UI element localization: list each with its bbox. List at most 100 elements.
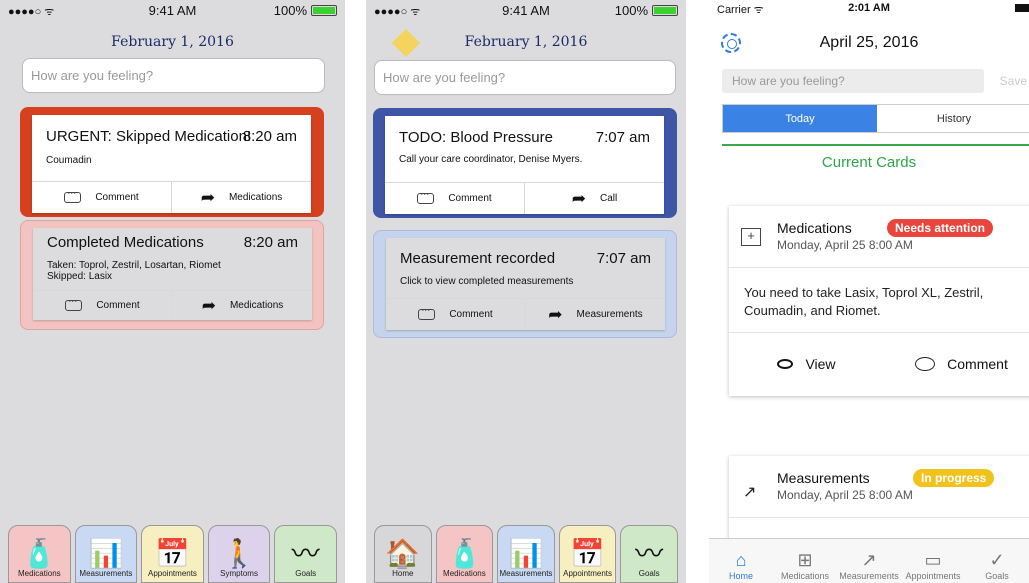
comment-icon <box>418 305 436 320</box>
skipped-line: Skipped: Lasix <box>47 271 113 282</box>
comment-icon <box>65 296 83 311</box>
comment-icon <box>64 188 82 203</box>
bar-chart-icon: 📊 <box>508 538 544 569</box>
feeling-input[interactable]: How are you feeling? <box>722 69 984 93</box>
battery-percent: 100% <box>273 3 307 18</box>
phone-screen-2: ●●●●○ ᯤ 9:41 AM 100% February 1, 2016 Ho… <box>366 0 686 583</box>
segmented-control: Today History <box>722 104 1029 133</box>
status-badge: Needs attention <box>887 219 994 237</box>
card-subtitle: Click to view completed measurements <box>400 276 574 287</box>
tab-today[interactable]: Today <box>723 105 877 132</box>
card-subtitle: Call your care coordinator, Denise Myers… <box>399 154 583 165</box>
card-body: You need to take Lasix, Toprol XL, Zestr… <box>744 285 984 318</box>
status-bar: Carrier ᯤ 2:01 AM <box>709 0 1029 18</box>
feeling-input[interactable]: How are you feeling? <box>22 58 325 93</box>
section-title: Current Cards <box>821 154 917 171</box>
date-title: February 1, 2016 <box>464 34 588 50</box>
card-title: Measurement recorded <box>400 250 556 267</box>
call-button[interactable]: ➦ Call <box>524 183 664 214</box>
tab-history[interactable]: History <box>877 105 1029 132</box>
tab-measurements[interactable]: ↗ Measurements <box>837 539 901 583</box>
share-arrow-icon: ➦ <box>200 188 215 207</box>
home-icon: 🏠 <box>385 538 421 569</box>
battery-icon <box>652 5 678 16</box>
card-header: ↗ Measurements In progress Monday, April… <box>729 456 1029 518</box>
tab-bar: 🏠 Home 🧴 Medications 📊 Measurements 📅 Appoin… <box>366 521 686 583</box>
tab-medications[interactable]: 🧴 Medications <box>435 525 494 583</box>
tab-appointments[interactable]: 📅 Appointments <box>558 525 617 583</box>
tab-goals[interactable]: ✓ Goals <box>965 539 1029 583</box>
card-actions: View Comment <box>729 332 1029 394</box>
battery-icon <box>311 5 337 16</box>
card-title: URGENT: Skipped Medication! <box>46 128 252 145</box>
share-arrow-icon: ➦ <box>201 296 216 315</box>
card-date: Monday, April 25 8:00 AM <box>777 488 913 502</box>
divider <box>722 144 1029 146</box>
road-icon: 〰 <box>635 538 664 569</box>
check-circle-icon: ✓ <box>989 550 1005 570</box>
measurements-button[interactable]: ➦ Measurements <box>525 299 665 330</box>
comment-button[interactable]: Comment <box>884 356 1029 372</box>
calendar-clock-icon: 📅 <box>155 538 190 569</box>
date-title: February 1, 2016 <box>111 34 234 50</box>
card-title: TODO: Blood Pressure <box>399 129 553 146</box>
comment-icon <box>915 356 936 371</box>
card-title: Completed Medications <box>47 234 204 251</box>
trend-icon: ↗ <box>743 484 757 501</box>
completed-card[interactable]: Completed Medications 8:20 am Taken: Top… <box>20 220 324 330</box>
phone-screen-1: ●●●●○ ᯤ 9:41 AM 100% February 1, 2016 Ho… <box>0 0 345 583</box>
todo-card[interactable]: TODO: Blood Pressure 7:07 am Call your c… <box>373 108 677 218</box>
feeling-input[interactable]: How are you feeling? <box>374 60 676 95</box>
tab-goals[interactable]: 〰 Goals <box>620 525 678 583</box>
tab-home[interactable]: 🏠 Home <box>374 525 432 583</box>
tab-medications[interactable]: ⊞ Medications <box>773 539 837 583</box>
tab-appointments[interactable]: ▭ Appointments <box>901 539 965 583</box>
card-name: Measurements <box>777 470 870 486</box>
status-bar: ●●●●○ ᯤ 9:41 AM 100% <box>366 0 686 20</box>
pill-bottle-icon: 🧴 <box>21 538 57 569</box>
card-name: Medications <box>777 220 852 236</box>
trend-icon: ↗ <box>861 550 877 570</box>
medications-button[interactable]: ➦ Medications <box>172 291 312 320</box>
status-time: 2:01 AM <box>848 2 890 14</box>
home-icon: ⌂ <box>735 550 747 570</box>
tab-symptoms[interactable]: 🚶 Symptoms <box>207 525 271 583</box>
medications-button[interactable]: ➦ Medications <box>171 182 311 213</box>
tab-goals[interactable]: 〰 Goals <box>274 525 337 583</box>
pill-bottle-icon: 🧴 <box>446 538 482 569</box>
date-title: April 25, 2016 <box>819 34 919 51</box>
card-header: + Medications Needs attention Monday, Ap… <box>729 206 1029 268</box>
status-badge: In progress <box>913 469 995 487</box>
share-arrow-icon: ➦ <box>571 189 586 208</box>
status-bar: ●●●●○ ᯤ 9:41 AM 100% <box>0 0 345 20</box>
share-arrow-icon: ➦ <box>548 305 563 324</box>
card-date: Monday, April 25 8:00 AM <box>777 238 913 252</box>
tab-medications[interactable]: 🧴 Medications <box>8 525 71 583</box>
bar-chart-icon: 📊 <box>88 538 124 569</box>
comment-icon <box>417 189 435 204</box>
save-button[interactable]: Save <box>1000 74 1027 88</box>
comment-button[interactable]: Comment <box>386 299 525 330</box>
comment-button[interactable]: Comment <box>33 291 172 320</box>
calendar-clock-icon: 📅 <box>570 538 606 569</box>
battery-icon <box>1015 4 1029 12</box>
tab-appointments[interactable]: 📅 Appointments <box>141 525 204 583</box>
eye-icon <box>777 358 794 369</box>
tab-measurements[interactable]: 📊 Measurements <box>497 525 555 583</box>
tab-bar: 🧴 Medications 📊 Measurements 📅 Appointments… <box>0 521 345 583</box>
card-time: 7:07 am <box>596 250 651 267</box>
tab-measurements[interactable]: 📊 Measurements <box>74 525 138 583</box>
measurement-card[interactable]: Measurement recorded 7:07 am Click to vi… <box>373 230 677 338</box>
battery-percent: 100% <box>614 3 648 18</box>
road-icon: 〰 <box>291 538 320 569</box>
medical-kit-icon: + <box>741 228 761 246</box>
urgent-card[interactable]: URGENT: Skipped Medication! 8:20 am Coum… <box>20 107 324 217</box>
view-button[interactable]: View <box>729 356 884 372</box>
comment-button[interactable]: Comment <box>32 182 171 213</box>
person-symptom-icon: 🚶 <box>221 538 257 569</box>
medications-card[interactable]: + Medications Needs attention Monday, Ap… <box>729 206 1029 396</box>
comment-button[interactable]: Comment <box>385 183 524 214</box>
calendar-icon: ▭ <box>924 550 942 570</box>
tab-home[interactable]: ⌂ Home <box>709 539 773 583</box>
tab-bar: ⌂ Home ⊞ Medications ↗ Measurements ▭ Appoin… <box>709 538 1029 583</box>
